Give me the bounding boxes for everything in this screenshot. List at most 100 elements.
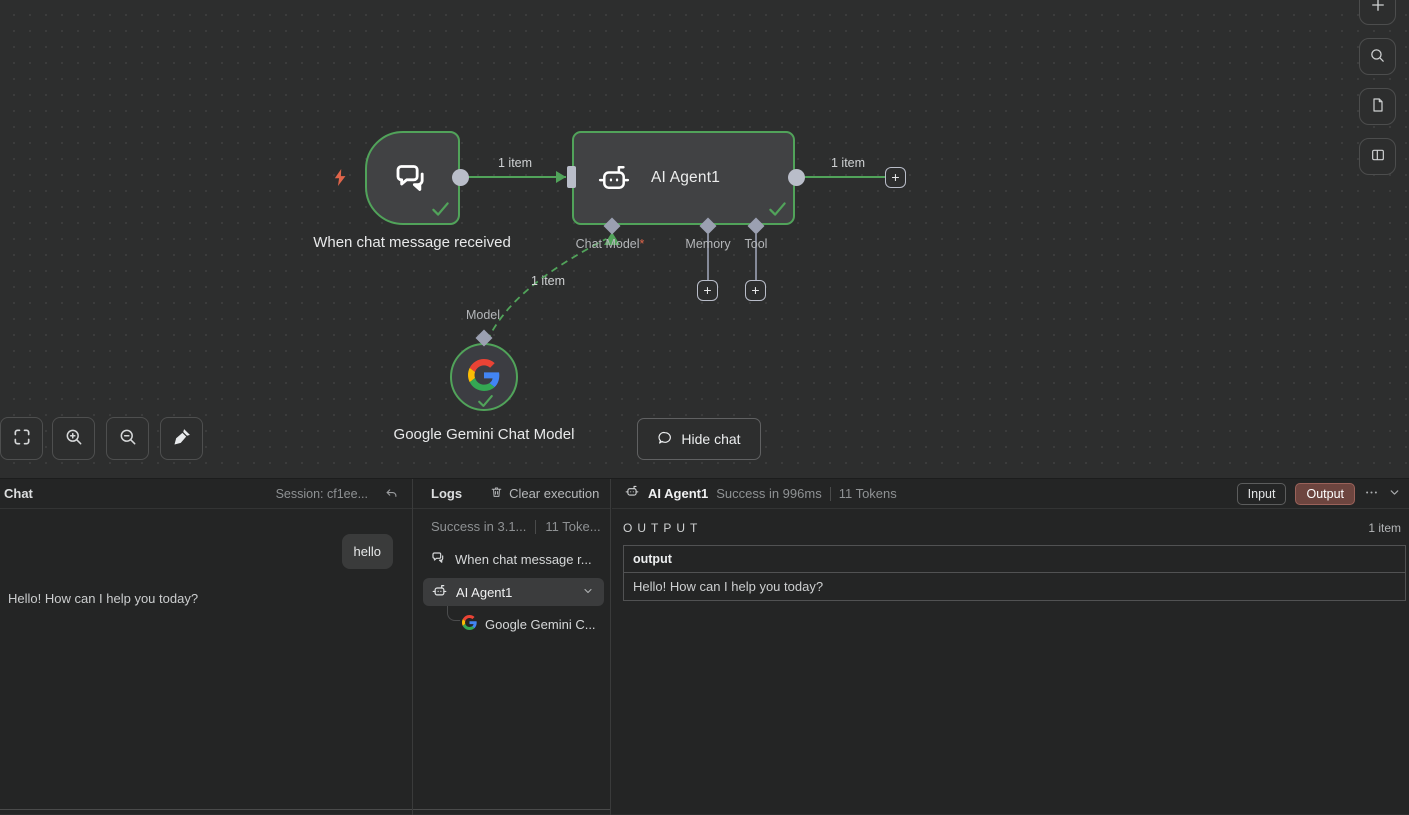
chat-model-port-text: Chat Model (576, 237, 640, 251)
chat-panel: Chat Session: cf1ee... hello Hello! How … (0, 479, 412, 815)
tool-port-label: Tool (726, 237, 786, 251)
log-entry-label: Google Gemini C... (485, 617, 596, 632)
speech-bubble-icon (657, 430, 673, 449)
execute-lightning-icon (332, 168, 349, 192)
more-options-button[interactable] (1364, 485, 1379, 503)
tab-output[interactable]: Output (1295, 483, 1355, 505)
divider (535, 520, 536, 534)
details-panel-header: AI Agent1 Success in 996ms 11 Tokens Inp… (612, 479, 1409, 509)
clear-execution-label: Clear execution (509, 486, 599, 501)
required-asterisk: * (640, 237, 645, 251)
model-node-label: Google Gemini Chat Model (384, 425, 584, 445)
zoom-in-button[interactable] (52, 417, 95, 460)
robot-icon (431, 583, 448, 601)
success-check-icon (431, 201, 450, 222)
divider (830, 487, 831, 501)
table-row: Hello! How can I help you today? (624, 573, 1406, 601)
agent-node-title: AI Agent1 (651, 133, 720, 223)
sticky-note-button[interactable] (1359, 88, 1396, 125)
add-memory-button[interactable]: + (697, 280, 718, 301)
add-node-button[interactable] (1359, 0, 1396, 25)
node-details-panel: AI Agent1 Success in 996ms 11 Tokens Inp… (612, 479, 1409, 815)
chat-message-bot: Hello! How can I help you today? (8, 591, 198, 606)
chat-bubbles-icon (431, 550, 447, 569)
add-tool-button[interactable]: + (745, 280, 766, 301)
details-header-controls: Input Output (1237, 479, 1401, 509)
output-cell[interactable]: Hello! How can I help you today? (624, 573, 1406, 601)
log-entry-trigger[interactable]: When chat message r... (431, 548, 592, 570)
node-when-chat-message-received[interactable] (365, 131, 460, 225)
success-check-icon (477, 394, 494, 413)
plus-icon: + (891, 170, 899, 184)
trigger-node-label: When chat message received (312, 233, 512, 253)
node-google-gemini-chat-model[interactable] (450, 343, 518, 411)
toggle-panel-button[interactable] (1359, 138, 1396, 175)
tab-input[interactable]: Input (1237, 483, 1287, 505)
trigger-output-handle[interactable] (452, 169, 469, 186)
chat-panel-title: Chat (4, 486, 33, 501)
chevron-down-icon (582, 585, 594, 600)
add-next-node-button[interactable]: + (885, 167, 906, 188)
split-panel-icon (1370, 147, 1386, 166)
chevron-down-icon (1388, 486, 1401, 502)
success-check-icon (768, 201, 787, 222)
edge-items-label: 1 item (531, 274, 565, 288)
fit-view-icon (12, 427, 32, 450)
tidy-up-icon (172, 427, 192, 450)
chat-panel-header: Chat Session: cf1ee... (0, 479, 412, 509)
logs-tokens-text: 11 Toke... (545, 519, 600, 534)
zoom-out-icon (118, 427, 138, 450)
zoom-out-button[interactable] (106, 417, 149, 460)
output-table: output Hello! How can I help you today? (623, 545, 1406, 601)
zoom-in-icon (64, 427, 84, 450)
logs-summary: Success in 3.1... 11 Toke... (431, 519, 601, 534)
clear-execution-button[interactable]: Clear execution (490, 485, 599, 502)
robot-icon (624, 484, 640, 503)
model-port-label: Model (443, 308, 523, 322)
node-ai-agent1[interactable]: AI Agent1 (572, 131, 795, 225)
log-entry-label: AI Agent1 (456, 585, 512, 600)
logs-panel-title: Logs (431, 486, 462, 501)
search-button[interactable] (1359, 38, 1396, 75)
details-tokens-text: 11 Tokens (839, 486, 897, 501)
reset-session-button[interactable] (384, 487, 399, 504)
hide-chat-button[interactable]: Hide chat (637, 418, 761, 460)
collapse-panel-button[interactable] (1388, 486, 1401, 502)
output-section-label: OUTPUT (623, 521, 702, 535)
robot-icon (596, 161, 632, 200)
logs-panel: Logs Clear execution Success in 3.1... 1… (412, 479, 611, 815)
tree-connector (447, 606, 460, 621)
canvas-side-toolbar (1359, 0, 1396, 175)
edge-items-label: 1 item (831, 156, 865, 170)
agent-input-handle[interactable] (567, 166, 576, 188)
google-logo-icon (462, 615, 477, 633)
logs-panel-header: Logs Clear execution (413, 479, 610, 509)
logs-status-text: Success in 3.1... (431, 519, 526, 534)
details-node-title: AI Agent1 (648, 486, 708, 501)
google-logo-icon (468, 359, 500, 396)
chat-model-port-label: Chat Model* (560, 237, 660, 251)
output-table-header-row: output (624, 546, 1406, 573)
log-entry-label: When chat message r... (455, 552, 592, 567)
plus-icon (1369, 0, 1387, 17)
chat-session-label: Session: cf1ee... (276, 479, 368, 509)
tidy-up-button[interactable] (160, 417, 203, 460)
chat-message-user: hello (342, 534, 393, 569)
plus-icon: + (751, 283, 759, 297)
log-entry-agent[interactable]: AI Agent1 (423, 578, 604, 606)
edge-items-label: 1 item (498, 156, 532, 170)
log-entry-model[interactable]: Google Gemini C... (462, 613, 596, 635)
output-column-header[interactable]: output (624, 546, 1406, 573)
search-icon (1369, 47, 1386, 67)
hide-chat-label: Hide chat (681, 431, 740, 447)
trash-icon (490, 485, 503, 502)
bottom-panel: Chat Session: cf1ee... hello Hello! How … (0, 478, 1409, 814)
plus-icon: + (703, 283, 711, 297)
workflow-canvas[interactable]: When chat message received 1 item AI Age… (0, 0, 1409, 478)
chat-bubbles-icon (393, 159, 433, 204)
ellipsis-icon (1364, 485, 1379, 503)
fit-view-button[interactable] (0, 417, 43, 460)
details-header-info: AI Agent1 Success in 996ms 11 Tokens (612, 484, 897, 503)
details-status-text: Success in 996ms (716, 486, 822, 501)
agent-output-handle[interactable] (788, 169, 805, 186)
